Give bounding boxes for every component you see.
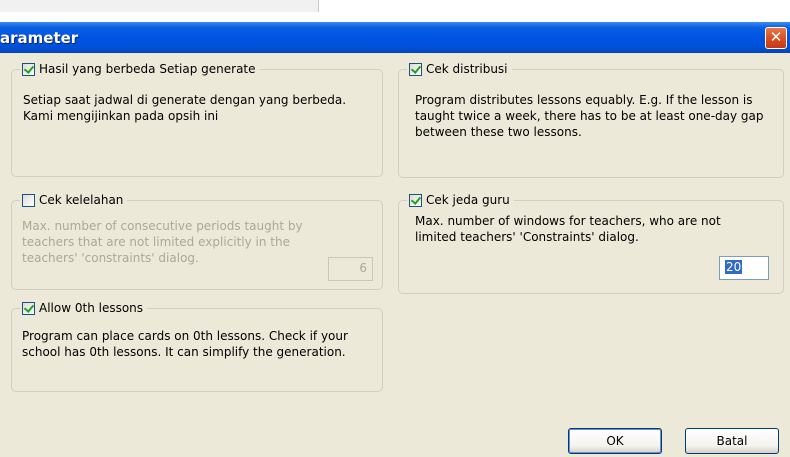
distribusi-checkbox-row[interactable]: Cek distribusi: [407, 59, 512, 79]
jeda-checkbox[interactable]: [409, 193, 422, 207]
kelelahan-value: 6: [359, 261, 367, 275]
zero-checkbox-row[interactable]: Allow 0th lessons: [20, 298, 148, 318]
distribusi-label: Cek distribusi: [426, 62, 508, 76]
group-kelelahan: Cek kelelahan Max. number of consecutive…: [11, 190, 383, 290]
kelelahan-checkbox[interactable]: [22, 193, 35, 207]
ok-button-label: OK: [606, 434, 624, 448]
hasil-description: Setiap saat jadwal di generate dengan ya…: [23, 93, 347, 123]
group-zero-lessons: Allow 0th lessons Program can place card…: [11, 298, 383, 392]
kelelahan-value-input[interactable]: 6: [328, 257, 373, 281]
background-window-tab: [0, 0, 319, 12]
group-jeda: Cek jeda guru Max. number of windows for…: [398, 190, 784, 294]
hasil-label: Hasil yang berbeda Setiap generate: [39, 62, 256, 76]
ok-button[interactable]: OK: [568, 428, 662, 454]
dialog-body: Hasil yang berbeda Setiap generate Setia…: [0, 53, 790, 457]
close-icon: ✕: [769, 28, 783, 46]
background-window-strip: [0, 0, 790, 20]
kelelahan-description: Max. number of consecutive periods taugh…: [22, 219, 303, 265]
dialog-title-bar[interactable]: arameter: [0, 22, 790, 53]
kelelahan-checkbox-row[interactable]: Cek kelelahan: [20, 190, 128, 210]
hasil-checkbox[interactable]: [22, 62, 35, 76]
jeda-value: 20: [725, 260, 743, 274]
dialog-title: arameter: [0, 29, 79, 47]
cancel-button[interactable]: Batal: [685, 428, 779, 454]
cancel-button-label: Batal: [716, 434, 748, 448]
zero-description: Program can place cards on 0th lessons. …: [22, 329, 348, 359]
distribusi-checkbox[interactable]: [409, 62, 422, 76]
distribusi-description: Program distributes lessons equably. E.g…: [415, 93, 764, 139]
group-distribusi: Cek distribusi Program distributes lesso…: [398, 59, 784, 178]
close-button[interactable]: ✕: [765, 27, 787, 49]
jeda-checkbox-row[interactable]: Cek jeda guru: [407, 190, 514, 210]
kelelahan-label: Cek kelelahan: [39, 193, 124, 207]
jeda-description: Max. number of windows for teachers, who…: [415, 214, 721, 244]
zero-checkbox[interactable]: [22, 301, 35, 315]
jeda-label: Cek jeda guru: [426, 193, 510, 207]
hasil-checkbox-row[interactable]: Hasil yang berbeda Setiap generate: [20, 59, 260, 79]
group-hasil: Hasil yang berbeda Setiap generate Setia…: [11, 59, 383, 177]
jeda-value-input[interactable]: 20: [719, 256, 769, 280]
zero-label: Allow 0th lessons: [39, 301, 144, 315]
